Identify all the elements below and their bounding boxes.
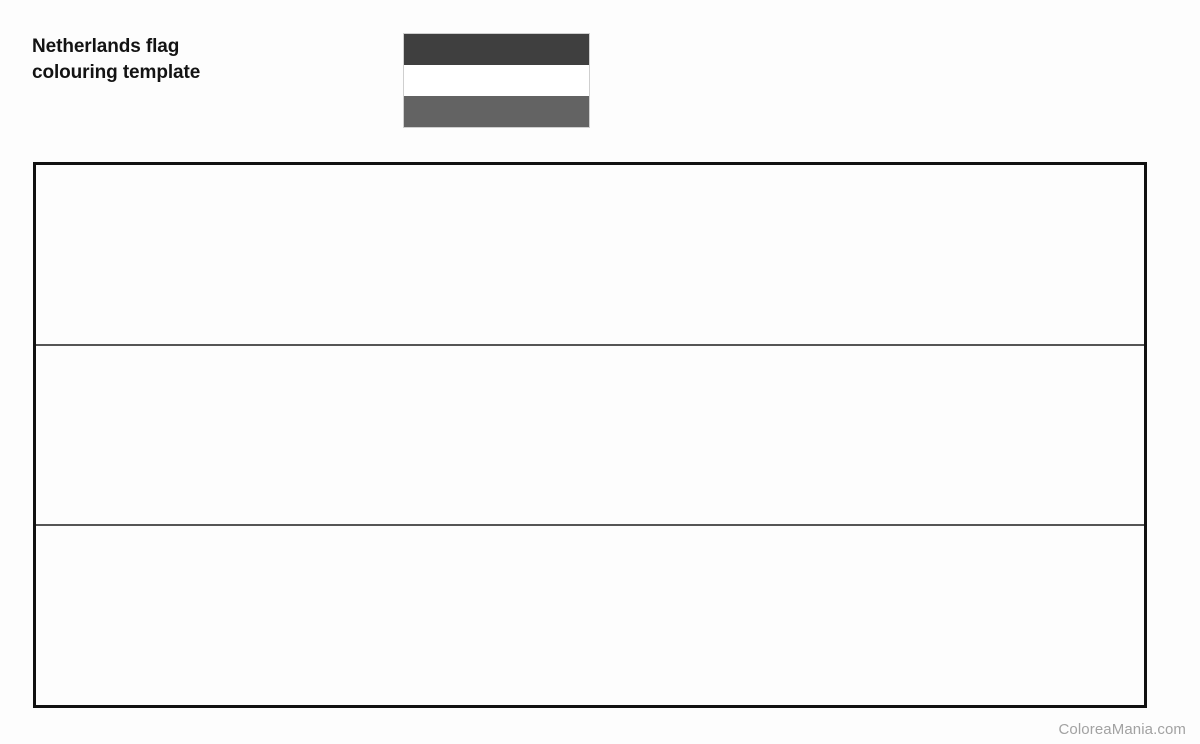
page-title-line-1: Netherlands flag [32,36,180,57]
reference-flag-band-middle [404,65,589,96]
page-title: Netherlands flag colouring template [32,34,372,86]
site-watermark: ColoreaMania.com [1058,721,1186,738]
worksheet-page: Netherlands flag colouring template Colo… [0,0,1200,744]
page-title-line-2: colouring template [32,62,201,83]
template-band-middle [36,345,1144,527]
template-band-bottom [36,526,1144,706]
template-band-top [36,165,1144,346]
reference-flag-band-top [404,34,589,65]
flag-colouring-template [33,162,1147,708]
reference-flag-swatch [403,33,590,128]
reference-flag-band-bottom [404,96,589,127]
